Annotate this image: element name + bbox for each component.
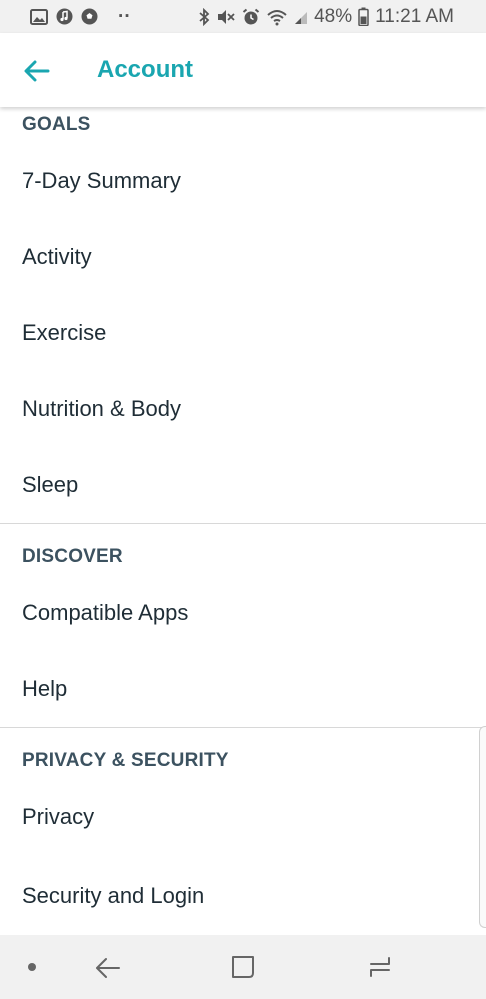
mute-icon <box>216 8 236 26</box>
divider <box>0 523 486 524</box>
signal-icon <box>294 8 308 26</box>
app-bar: Account <box>0 33 486 107</box>
alarm-icon <box>242 8 260 26</box>
back-nav-icon <box>95 956 121 978</box>
section-header-goals: GOALS <box>22 114 91 135</box>
list-item-privacy[interactable]: Privacy <box>0 779 486 855</box>
list-item-security-and-login[interactable]: Security and Login <box>0 858 486 934</box>
list-item-help[interactable]: Help <box>0 651 486 727</box>
battery-percent: 48% <box>314 5 353 27</box>
status-left: ·· <box>0 6 131 28</box>
music-icon <box>56 8 73 25</box>
screen: ·· 48% 11:21 AM Account GOALS 7-Day Summ… <box>0 0 486 999</box>
bluetooth-icon <box>198 7 210 26</box>
section-header-privacy-security: PRIVACY & SECURITY <box>22 750 229 771</box>
nav-back-button[interactable] <box>88 947 128 987</box>
list-item-compatible-apps[interactable]: Compatible Apps <box>0 575 486 651</box>
battery-icon <box>358 7 369 26</box>
status-bar: ·· 48% 11:21 AM <box>0 0 486 33</box>
back-button[interactable] <box>16 50 58 92</box>
arrow-left-icon <box>24 60 50 82</box>
settings-list[interactable]: GOALS 7-Day Summary Activity Exercise Nu… <box>0 107 486 935</box>
clock: 11:21 AM <box>375 5 454 27</box>
page-title: Account <box>97 56 193 83</box>
list-item-sleep[interactable]: Sleep <box>0 447 486 523</box>
status-right: 48% 11:21 AM <box>198 0 454 33</box>
nav-home-button[interactable] <box>223 947 263 987</box>
list-item-activity[interactable]: Activity <box>0 219 486 295</box>
nav-overview-button[interactable] <box>360 947 400 987</box>
overview-icon <box>367 955 393 979</box>
dot-icon <box>27 962 37 972</box>
assistant-dot-button[interactable] <box>12 947 52 987</box>
recent-apps-icon <box>231 955 255 979</box>
gallery-icon <box>30 8 48 25</box>
soccer-ball-icon <box>81 8 98 25</box>
wifi-icon <box>266 8 288 26</box>
navigation-bar <box>0 935 486 999</box>
status-dots: ·· <box>118 5 131 27</box>
divider <box>0 727 486 728</box>
list-item-7-day-summary[interactable]: 7-Day Summary <box>0 143 486 219</box>
section-header-discover: DISCOVER <box>22 546 123 567</box>
scrollbar[interactable] <box>479 726 486 928</box>
list-item-exercise[interactable]: Exercise <box>0 295 486 371</box>
list-item-nutrition-body[interactable]: Nutrition & Body <box>0 371 486 447</box>
